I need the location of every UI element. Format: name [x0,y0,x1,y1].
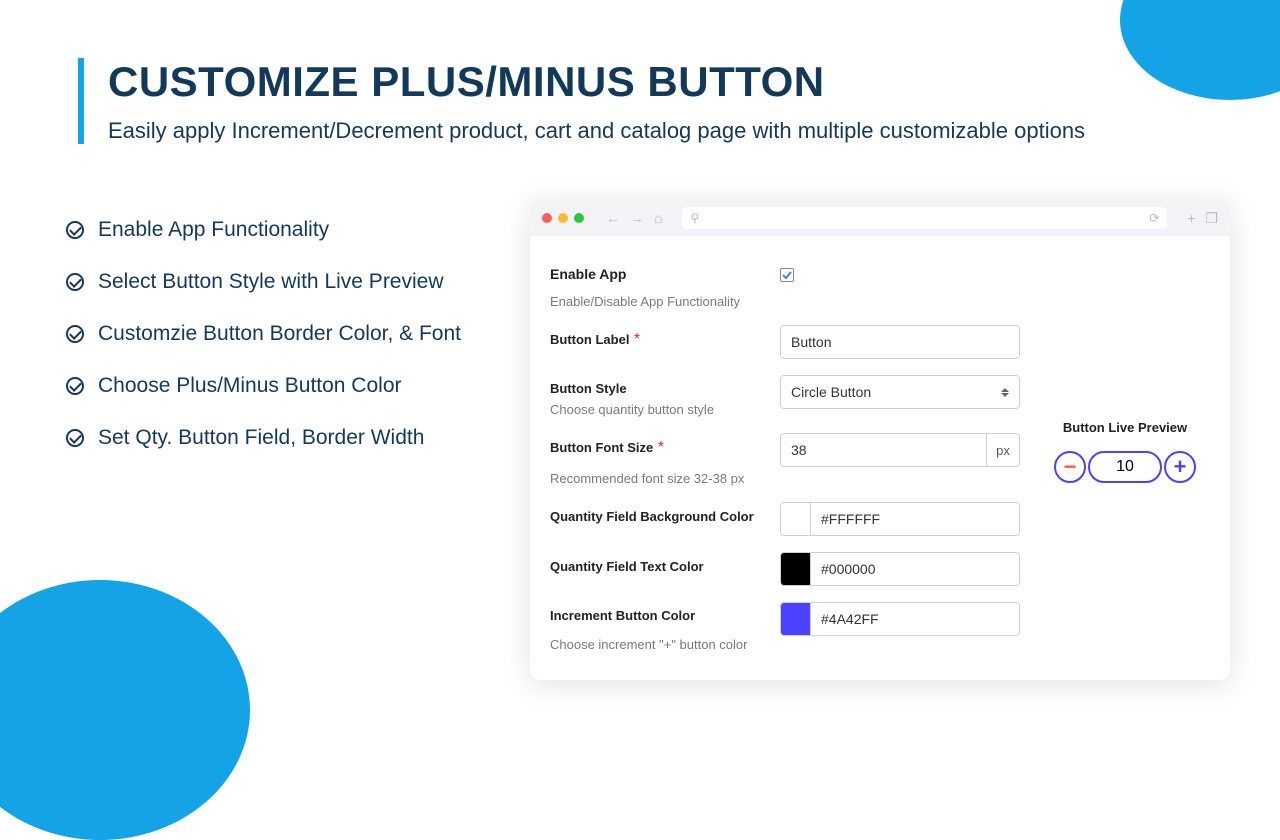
back-icon[interactable]: ← [606,210,620,226]
row-button-label: Button Label * [550,325,1020,359]
increment-color-swatch[interactable] [780,602,810,636]
row-enable-app: Enable App Enable/Disable App Functional… [550,260,1020,309]
enable-app-hint: Enable/Disable App Functionality [550,294,780,309]
feature-item: Set Qty. Button Field, Border Width [66,426,506,450]
enable-app-checkbox[interactable] [780,268,794,282]
page-subtitle: Easily apply Increment/Decrement product… [108,118,1085,144]
row-qty-bg-color: Quantity Field Background Color [550,502,1020,536]
feature-item: Customzie Button Border Color, & Font [66,322,506,346]
qty-text-color-label: Quantity Field Text Color [550,559,704,574]
required-icon: * [658,439,664,456]
refresh-icon[interactable]: ⟳ [1149,211,1159,225]
font-size-label: Button Font Size [550,440,653,455]
url-bar[interactable]: ⚲ ⟳ [682,207,1167,229]
check-circle-icon [66,221,84,239]
preview-area: Button Live Preview − 10 + [1040,250,1210,666]
form-area: Enable App Enable/Disable App Functional… [550,250,1020,666]
search-icon: ⚲ [690,211,699,225]
minus-button[interactable]: − [1054,451,1086,483]
row-button-style: Button Style Choose quantity button styl… [550,375,1020,417]
page-header: CUSTOMIZE PLUS/MINUS BUTTON Easily apply… [78,58,1085,144]
required-icon: * [634,331,640,348]
check-circle-icon [66,429,84,447]
qty-bg-color-input[interactable] [810,502,1020,536]
decorative-blob-top [1120,0,1280,100]
increment-color-input[interactable] [810,602,1020,636]
qty-text-color-swatch[interactable] [780,552,810,586]
feature-text: Select Button Style with Live Preview [98,270,444,294]
feature-item: Choose Plus/Minus Button Color [66,374,506,398]
button-label-label: Button Label [550,332,629,347]
row-font-size: Button Font Size * Recommended font size… [550,433,1020,486]
page-title: CUSTOMIZE PLUS/MINUS BUTTON [108,58,1085,106]
forward-icon[interactable]: → [630,210,644,226]
font-size-input[interactable] [780,433,986,467]
window-maximize-icon[interactable] [574,213,584,223]
preview-title: Button Live Preview [1040,420,1210,435]
feature-text: Enable App Functionality [98,218,329,242]
decorative-blob-bottom [0,580,250,840]
browser-window: ← → ⌂ ⚲ ⟳ + ❐ Enable App Enable/Disable … [530,200,1230,680]
font-size-hint: Recommended font size 32-38 px [550,471,780,486]
select-caret-icon [1001,388,1009,397]
button-style-selected: Circle Button [791,384,871,400]
feature-text: Customzie Button Border Color, & Font [98,322,461,346]
feature-text: Set Qty. Button Field, Border Width [98,426,424,450]
copy-icon[interactable]: ❐ [1205,210,1218,227]
row-qty-text-color: Quantity Field Text Color [550,552,1020,586]
feature-text: Choose Plus/Minus Button Color [98,374,402,398]
settings-panel: Enable App Enable/Disable App Functional… [530,236,1230,680]
check-circle-icon [66,325,84,343]
enable-app-label: Enable App [550,266,780,282]
qty-bg-color-swatch[interactable] [780,502,810,536]
feature-item: Enable App Functionality [66,218,506,242]
feature-list: Enable App Functionality Select Button S… [66,218,506,478]
quantity-field[interactable]: 10 [1088,451,1162,483]
checkmark-icon [782,270,792,280]
home-icon[interactable]: ⌂ [654,210,662,226]
check-circle-icon [66,273,84,291]
button-style-select[interactable]: Circle Button [780,375,1020,409]
button-style-hint: Choose quantity button style [550,402,780,417]
increment-color-hint: Choose increment "+" button color [550,637,780,652]
plus-button[interactable]: + [1164,451,1196,483]
browser-chrome-bar: ← → ⌂ ⚲ ⟳ + ❐ [530,200,1230,236]
increment-color-label: Increment Button Color [550,608,780,623]
quantity-stepper: − 10 + [1040,451,1210,483]
row-increment-color: Increment Button Color Choose increment … [550,602,1020,652]
button-style-label: Button Style [550,381,780,396]
check-circle-icon [66,377,84,395]
window-close-icon[interactable] [542,213,552,223]
font-size-unit: px [986,433,1020,467]
button-label-input[interactable] [780,325,1020,359]
browser-nav-controls: ← → ⌂ [606,210,662,226]
plus-tab-icon[interactable]: + [1187,210,1195,227]
feature-item: Select Button Style with Live Preview [66,270,506,294]
window-minimize-icon[interactable] [558,213,568,223]
qty-bg-color-label: Quantity Field Background Color [550,509,754,524]
qty-text-color-input[interactable] [810,552,1020,586]
